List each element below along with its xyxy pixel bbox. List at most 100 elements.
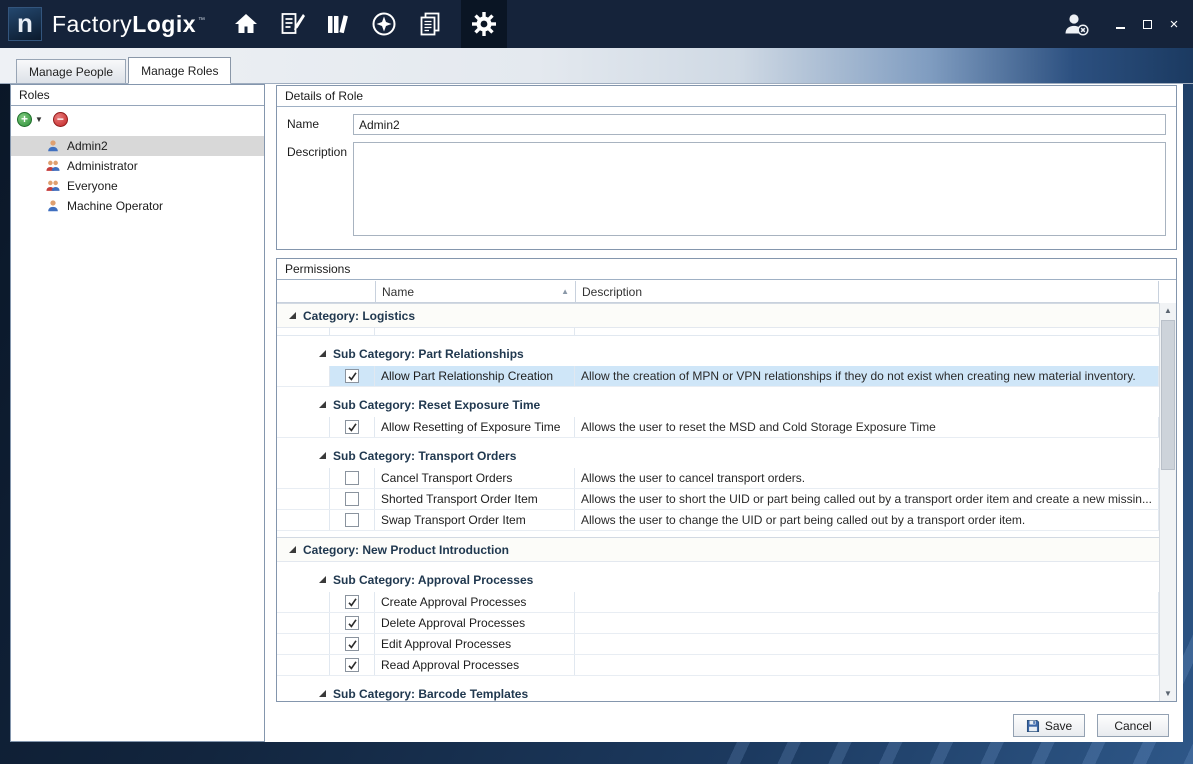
permission-checkbox[interactable] <box>345 595 359 609</box>
role-item-administrator[interactable]: Administrator <box>11 156 264 176</box>
window-controls: × <box>1113 15 1181 33</box>
collapse-triangle-icon[interactable] <box>319 350 326 357</box>
column-header-description[interactable]: Description <box>575 281 1159 302</box>
row-indent-cell <box>277 468 329 488</box>
work-orders-icon[interactable] <box>277 0 307 48</box>
permission-checkbox[interactable] <box>345 513 359 527</box>
role-item-machine-operator[interactable]: Machine Operator <box>11 196 264 216</box>
permission-description <box>575 613 1159 633</box>
tab-strip-tabs: Manage PeopleManage Roles <box>16 57 233 83</box>
permission-row-shorted-transport-order-item[interactable]: Shorted Transport Order ItemAllows the u… <box>277 489 1159 510</box>
settings-gear-icon[interactable] <box>461 0 507 48</box>
row-indent-cell <box>277 366 329 386</box>
permission-checkbox[interactable] <box>345 658 359 672</box>
header-indent-cell <box>277 281 329 302</box>
permission-description <box>575 634 1159 654</box>
group-icon <box>45 159 61 173</box>
roles-panel: Roles + ▼ − Admin2AdministratorEveryoneM… <box>10 84 265 742</box>
remove-role-button[interactable]: − <box>53 112 68 127</box>
subcategory-row-sub-category-transport-orders[interactable]: Sub Category: Transport Orders <box>277 443 1159 468</box>
column-header-description-label: Description <box>582 285 642 299</box>
role-item-admin2[interactable]: Admin2 <box>11 136 264 156</box>
permission-row-cancel-transport-orders[interactable]: Cancel Transport OrdersAllows the user t… <box>277 468 1159 489</box>
role-name-input[interactable] <box>353 114 1166 135</box>
titlebar: n Factory Logix ™ <box>0 0 1193 48</box>
permission-checkbox[interactable] <box>345 420 359 434</box>
permission-checkbox[interactable] <box>345 492 359 506</box>
collapse-triangle-icon[interactable] <box>319 690 326 697</box>
permission-checkbox[interactable] <box>345 471 359 485</box>
permissions-panel: Permissions Name ▲ Description Category <box>276 258 1177 702</box>
collapse-triangle-icon[interactable] <box>289 312 296 319</box>
user-status-icon[interactable] <box>1061 11 1091 37</box>
roles-toolbar: + ▼ − <box>11 106 264 132</box>
cancel-button-label: Cancel <box>1114 719 1151 733</box>
add-role-button[interactable]: + <box>17 112 32 127</box>
permission-row-create-approval-processes[interactable]: Create Approval Processes <box>277 592 1159 613</box>
main-toolbar <box>231 0 507 48</box>
column-header-name[interactable]: Name ▲ <box>375 281 575 302</box>
category-row-category-logistics[interactable]: Category: Logistics <box>277 303 1159 328</box>
scroll-up-button[interactable]: ▲ <box>1160 303 1176 318</box>
permission-checkbox[interactable] <box>345 369 359 383</box>
permission-name: Create Approval Processes <box>375 592 575 612</box>
tab-manage-roles[interactable]: Manage Roles <box>128 57 231 84</box>
roles-list: Admin2Administrator Everyone Machine Opera… <box>11 132 264 216</box>
permissions-panel-title: Permissions <box>277 259 1176 280</box>
permission-row-allow-resetting-of-exposure-time[interactable]: Allow Resetting of Exposure TimeAllows t… <box>277 417 1159 438</box>
maximize-button[interactable] <box>1140 15 1154 33</box>
tab-strip: Manage PeopleManage Roles <box>0 48 1193 84</box>
clipped-row <box>277 328 1159 336</box>
subcategory-label: Sub Category: Transport Orders <box>333 449 516 463</box>
permission-description: Allows the user to reset the MSD and Col… <box>575 417 1159 437</box>
collapse-triangle-icon[interactable] <box>319 452 326 459</box>
permission-row-edit-approval-processes[interactable]: Edit Approval Processes <box>277 634 1159 655</box>
row-indent-cell <box>277 489 329 509</box>
permission-row-delete-approval-processes[interactable]: Delete Approval Processes <box>277 613 1159 634</box>
row-indent-cell <box>277 613 329 633</box>
subcategory-row-sub-category-part-relationships[interactable]: Sub Category: Part Relationships <box>277 341 1159 366</box>
row-indent-cell <box>277 655 329 675</box>
collapse-triangle-icon[interactable] <box>289 546 296 553</box>
collapse-triangle-icon[interactable] <box>319 576 326 583</box>
scroll-down-button[interactable]: ▼ <box>1160 686 1176 701</box>
permission-name: Swap Transport Order Item <box>375 510 575 530</box>
role-label: Everyone <box>67 179 118 193</box>
app-window: n Factory Logix ™ <box>0 0 1193 764</box>
home-icon[interactable] <box>231 0 261 48</box>
dispatch-icon[interactable] <box>369 0 399 48</box>
permission-description: Allow the creation of MPN or VPN relatio… <box>575 366 1159 386</box>
permission-checkbox[interactable] <box>345 616 359 630</box>
category-label: Category: New Product Introduction <box>303 543 509 557</box>
subcategory-row-sub-category-barcode-templates[interactable]: Sub Category: Barcode Templates <box>277 681 1159 701</box>
details-panel-title: Details of Role <box>277 86 1176 107</box>
subcategory-row-sub-category-reset-exposure-time[interactable]: Sub Category: Reset Exposure Time <box>277 392 1159 417</box>
add-role-dropdown-caret[interactable]: ▼ <box>35 115 43 124</box>
save-button[interactable]: Save <box>1013 714 1085 737</box>
vertical-scrollbar[interactable]: ▲ ▼ <box>1159 303 1176 701</box>
cancel-button[interactable]: Cancel <box>1097 714 1169 737</box>
subcategory-label: Sub Category: Barcode Templates <box>333 687 528 701</box>
library-icon[interactable] <box>323 0 353 48</box>
tab-manage-people[interactable]: Manage People <box>16 59 126 83</box>
app-name: Factory Logix ™ <box>52 11 205 38</box>
minimize-button[interactable] <box>1113 15 1127 33</box>
permission-name: Read Approval Processes <box>375 655 575 675</box>
role-description-textarea[interactable] <box>353 142 1166 236</box>
scrollbar-thumb[interactable] <box>1161 320 1175 470</box>
permission-name: Edit Approval Processes <box>375 634 575 654</box>
category-row-category-new-product-introduction[interactable]: Category: New Product Introduction <box>277 537 1159 562</box>
permission-description: Allows the user to change the UID or par… <box>575 510 1159 530</box>
close-button[interactable]: × <box>1167 15 1181 33</box>
permission-row-allow-part-relationship-creation[interactable]: Allow Part Relationship CreationAllow th… <box>277 366 1159 387</box>
permissions-rows: Category: Logistics Sub Category: Part Re… <box>277 303 1159 701</box>
permission-checkbox[interactable] <box>345 637 359 651</box>
permission-row-swap-transport-order-item[interactable]: Swap Transport Order ItemAllows the user… <box>277 510 1159 531</box>
documents-icon[interactable] <box>415 0 445 48</box>
permission-row-read-approval-processes[interactable]: Read Approval Processes <box>277 655 1159 676</box>
collapse-triangle-icon[interactable] <box>319 401 326 408</box>
permission-name: Allow Part Relationship Creation <box>375 366 575 386</box>
role-item-everyone[interactable]: Everyone <box>11 176 264 196</box>
user-icon <box>45 199 61 213</box>
subcategory-row-sub-category-approval-processes[interactable]: Sub Category: Approval Processes <box>277 567 1159 592</box>
